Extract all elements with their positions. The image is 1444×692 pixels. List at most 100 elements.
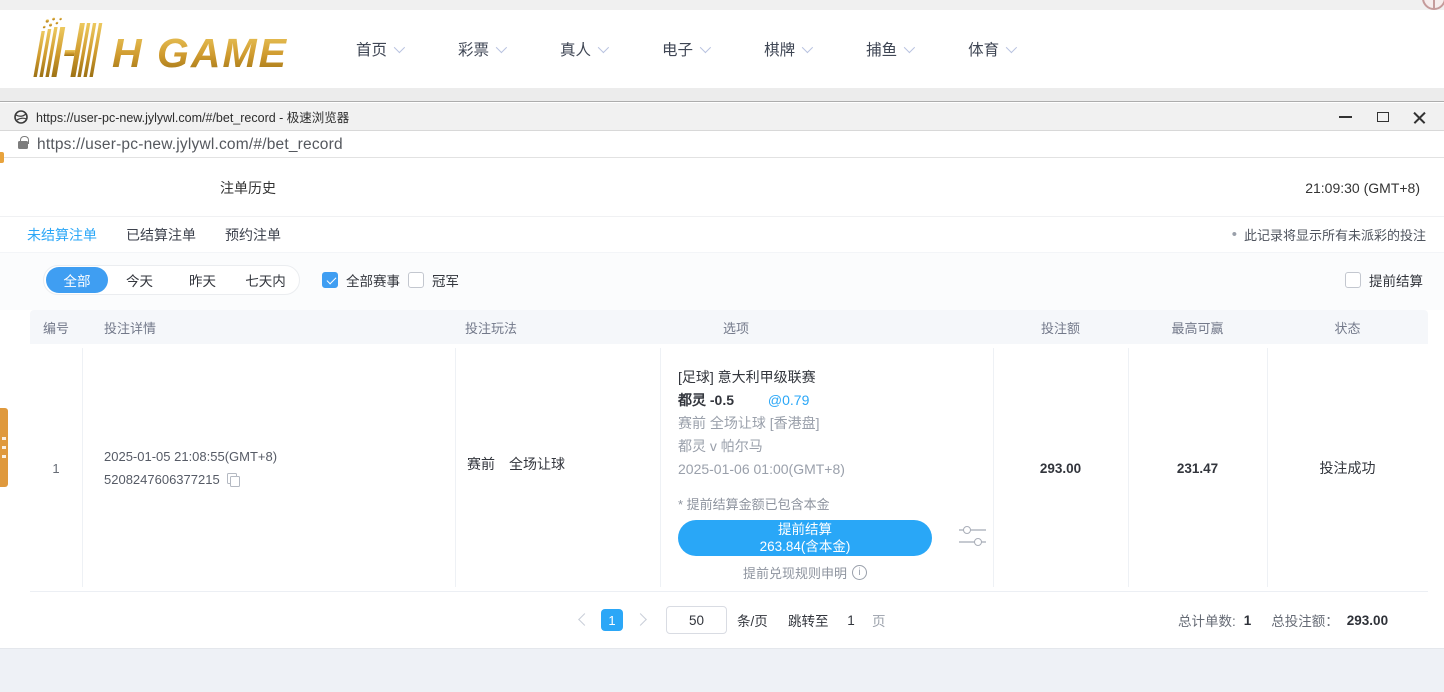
tab-reserved[interactable]: 预约注单: [225, 225, 281, 245]
chevron-down-icon: [598, 42, 609, 53]
nav-label: 真人: [560, 38, 591, 60]
date-range-segmented: 全部 今天 昨天 七天内: [43, 265, 300, 295]
next-page-button[interactable]: [634, 613, 647, 626]
column-divider: [660, 348, 661, 587]
cashout-button[interactable]: 提前结算 263.84(含本金): [678, 520, 932, 556]
col-header-maxwin: 最高可赢: [1128, 310, 1267, 344]
bet-id-line: 5208247606377215: [104, 468, 277, 491]
date-range-yesterday[interactable]: 昨天: [171, 270, 234, 290]
hh-game-logo-graphic: H GAME: [28, 17, 296, 81]
site-logo[interactable]: H GAME: [28, 17, 296, 81]
date-range-7days[interactable]: 七天内: [234, 270, 297, 290]
col-header-play: 投注玩法: [465, 310, 517, 344]
floating-side-widget[interactable]: [0, 408, 8, 487]
edge-widget-notch[interactable]: [0, 152, 4, 163]
cell-max-win: 231.47: [1128, 344, 1267, 592]
copy-icon[interactable]: [227, 473, 239, 486]
date-range-today[interactable]: 今天: [108, 270, 171, 290]
nav-item-fishing[interactable]: 捕鱼: [866, 38, 912, 60]
date-range-all[interactable]: 全部: [46, 267, 108, 293]
table-row: 1 2025-01-05 21:08:55(GMT+8) 52082476063…: [30, 344, 1428, 592]
tab-unsettled[interactable]: 未结算注单: [27, 225, 97, 245]
col-header-detail: 投注详情: [104, 310, 156, 344]
nav-item-lottery[interactable]: 彩票: [458, 38, 504, 60]
selection-league: [足球] 意大利甲级联赛: [678, 366, 978, 389]
col-header-status: 状态: [1267, 310, 1428, 344]
nav-label: 彩票: [458, 38, 489, 60]
close-button[interactable]: [1401, 103, 1438, 131]
selection-odds[interactable]: @0.79: [768, 392, 809, 408]
col-header-no: 编号: [30, 310, 82, 344]
total-count-value: 1: [1244, 613, 1252, 628]
cashout-note: * 提前结算金额已包含本金: [678, 496, 978, 514]
browser-title-bar[interactable]: https://user-pc-new.jylywl.com/#/bet_rec…: [0, 103, 1444, 131]
record-note: • 此记录将显示所有未派彩的投注: [1232, 217, 1426, 252]
logo-text: H GAME: [112, 30, 288, 76]
selection-market: 赛前 全场让球 [香港盘]: [678, 412, 978, 435]
checkbox-unchecked-icon: [1345, 272, 1361, 288]
jump-page-input[interactable]: [838, 607, 864, 633]
bullet-icon: •: [1232, 227, 1237, 242]
window-gap: [0, 88, 1444, 102]
jump-unit-label: 页: [872, 606, 886, 634]
column-divider: [82, 348, 83, 587]
nav-label: 捕鱼: [866, 38, 897, 60]
nav-item-home[interactable]: 首页: [356, 38, 402, 60]
prev-page-button[interactable]: [578, 613, 591, 626]
page-title: 注单历史: [220, 159, 276, 216]
checkbox-checked-icon: [322, 272, 338, 288]
selection-matchup: 都灵 v 帕尔马: [678, 435, 978, 458]
chevron-down-icon: [904, 42, 915, 53]
table-header: 编号 投注详情 投注玩法 选项 投注额 最高可赢 状态: [30, 310, 1428, 344]
jump-to-label: 跳转至: [788, 606, 829, 634]
checkbox-unchecked-icon: [408, 272, 424, 288]
cell-play-type: 赛前 全场让球: [467, 454, 565, 474]
cashout-rules-text: 提前兑现规则申明: [743, 563, 847, 582]
cashout-slider-icon[interactable]: [959, 526, 986, 549]
url-text: https://user-pc-new.jylywl.com/#/bet_rec…: [37, 136, 343, 154]
total-stake-label: 总投注额：: [1271, 610, 1339, 630]
early-settle-checkbox[interactable]: 提前结算: [1345, 265, 1423, 295]
bet-time: 2025-01-05 21:08:55(GMT+8): [104, 445, 277, 468]
early-settle-label: 提前结算: [1369, 270, 1423, 290]
cashout-button-line2: 263.84(含本金): [678, 538, 932, 555]
all-events-label: 全部赛事: [346, 270, 400, 290]
nav-item-slots[interactable]: 电子: [662, 38, 708, 60]
chevron-down-icon: [1006, 42, 1017, 53]
nav-label: 电子: [662, 38, 693, 60]
page-number-button[interactable]: 1: [601, 609, 623, 631]
selection-pick-line: 都灵 -0.5 @0.79: [678, 389, 978, 412]
nav-label: 体育: [968, 38, 999, 60]
nav-label: 棋牌: [764, 38, 795, 60]
nav-item-live[interactable]: 真人: [560, 38, 606, 60]
window-title: https://user-pc-new.jylywl.com/#/bet_rec…: [36, 107, 349, 126]
footer-band: [0, 648, 1444, 692]
minimize-icon: [1339, 116, 1352, 118]
screenshot-root: H GAME 首页 彩票 真人 电子 棋牌: [0, 0, 1444, 692]
nav-item-cards[interactable]: 棋牌: [764, 38, 810, 60]
all-events-checkbox[interactable]: 全部赛事: [322, 265, 400, 295]
globe-icon: [14, 110, 28, 124]
nav-item-sports[interactable]: 体育: [968, 38, 1014, 60]
selection-match-time: 2025-01-06 01:00(GMT+8): [678, 458, 978, 481]
champion-checkbox[interactable]: 冠军: [408, 265, 459, 295]
col-header-selection: 选项: [723, 310, 749, 344]
cell-bet-detail: 2025-01-05 21:08:55(GMT+8) 5208247606377…: [104, 445, 277, 491]
cell-selection: [足球] 意大利甲级联赛 都灵 -0.5 @0.79 赛前 全场让球 [香港盘]…: [678, 366, 978, 582]
desktop-background-strip: [0, 0, 1444, 10]
chevron-down-icon: [496, 42, 507, 53]
maximize-button[interactable]: [1364, 103, 1401, 131]
chevron-down-icon: [700, 42, 711, 53]
column-divider: [455, 348, 456, 587]
minimize-button[interactable]: [1327, 103, 1364, 131]
window-controls: [1327, 103, 1438, 131]
cashout-rules-link[interactable]: 提前兑现规则申明 i: [678, 563, 932, 582]
total-count-label: 总计单数:: [1178, 610, 1236, 630]
browser-url-bar[interactable]: https://user-pc-new.jylywl.com/#/bet_rec…: [0, 132, 1444, 158]
site-header: H GAME 首页 彩票 真人 电子 棋牌: [0, 10, 1444, 88]
lock-icon: [18, 141, 28, 149]
page-size-input[interactable]: [666, 606, 727, 634]
cell-stake: 293.00: [993, 344, 1128, 592]
record-tabs: 未结算注单 已结算注单 预约注单: [27, 217, 281, 252]
tab-settled[interactable]: 已结算注单: [126, 225, 196, 245]
